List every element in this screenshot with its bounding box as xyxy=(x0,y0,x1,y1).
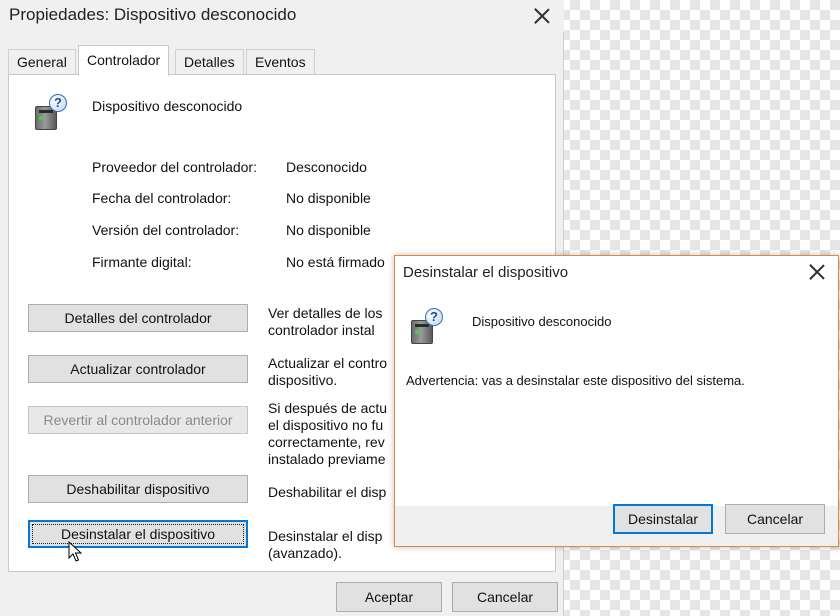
mouse-cursor-icon xyxy=(68,541,82,562)
title-bar: Propiedades: Dispositivo desconocido xyxy=(0,0,564,32)
dialog-body: ? Dispositivo desconocido Advertencia: v… xyxy=(395,288,838,506)
update-driver-button[interactable]: Actualizar controlador xyxy=(28,355,248,383)
tab-general[interactable]: General xyxy=(8,49,76,75)
focus-ring xyxy=(32,524,244,544)
prop-value-version: No disponible xyxy=(286,222,371,238)
tab-detalles[interactable]: Detalles xyxy=(175,49,244,75)
device-name: Dispositivo desconocido xyxy=(92,98,243,114)
rollback-driver-button[interactable]: Revertir al controlador anterior xyxy=(28,406,248,434)
prop-label-provider: Proveedor del controlador: xyxy=(92,159,257,175)
dialog-device-name: Dispositivo desconocido xyxy=(472,314,612,329)
prop-label-date: Fecha del controlador: xyxy=(92,190,232,206)
uninstall-device-dialog: Desinstalar el dispositivo ? Dispositivo… xyxy=(394,255,839,547)
tab-controlador[interactable]: Controlador xyxy=(78,45,170,76)
prop-value-provider: Desconocido xyxy=(286,159,367,175)
tab-eventos[interactable]: Eventos xyxy=(246,49,315,75)
prop-label-version: Versión del controlador: xyxy=(92,222,240,238)
unknown-device-icon: ? xyxy=(35,94,69,132)
unknown-device-icon: ? xyxy=(411,308,445,346)
prop-value-signer: No está firmado xyxy=(286,254,385,270)
confirm-uninstall-button[interactable]: Desinstalar xyxy=(613,504,713,534)
driver-details-button[interactable]: Detalles del controlador xyxy=(28,304,248,332)
dialog-title-bar: Desinstalar el dispositivo xyxy=(395,256,838,288)
close-button[interactable] xyxy=(520,1,564,31)
disable-device-button[interactable]: Deshabilitar dispositivo xyxy=(28,475,248,503)
uninstall-device-button[interactable]: Desinstalar el dispositivo xyxy=(28,520,248,548)
uninstall-warning-text: Advertencia: vas a desinstalar este disp… xyxy=(406,373,745,388)
prop-label-signer: Firmante digital: xyxy=(92,254,192,270)
prop-value-date: No disponible xyxy=(286,190,371,206)
dialog-title: Desinstalar el dispositivo xyxy=(403,264,569,281)
cancel-button[interactable]: Cancelar xyxy=(452,582,558,612)
window-title: Propiedades: Dispositivo desconocido xyxy=(9,5,297,24)
ok-button[interactable]: Aceptar xyxy=(336,582,442,612)
dialog-cancel-button[interactable]: Cancelar xyxy=(725,504,825,534)
close-icon xyxy=(534,8,550,24)
dialog-close-button[interactable] xyxy=(795,257,839,287)
close-icon xyxy=(809,264,825,280)
